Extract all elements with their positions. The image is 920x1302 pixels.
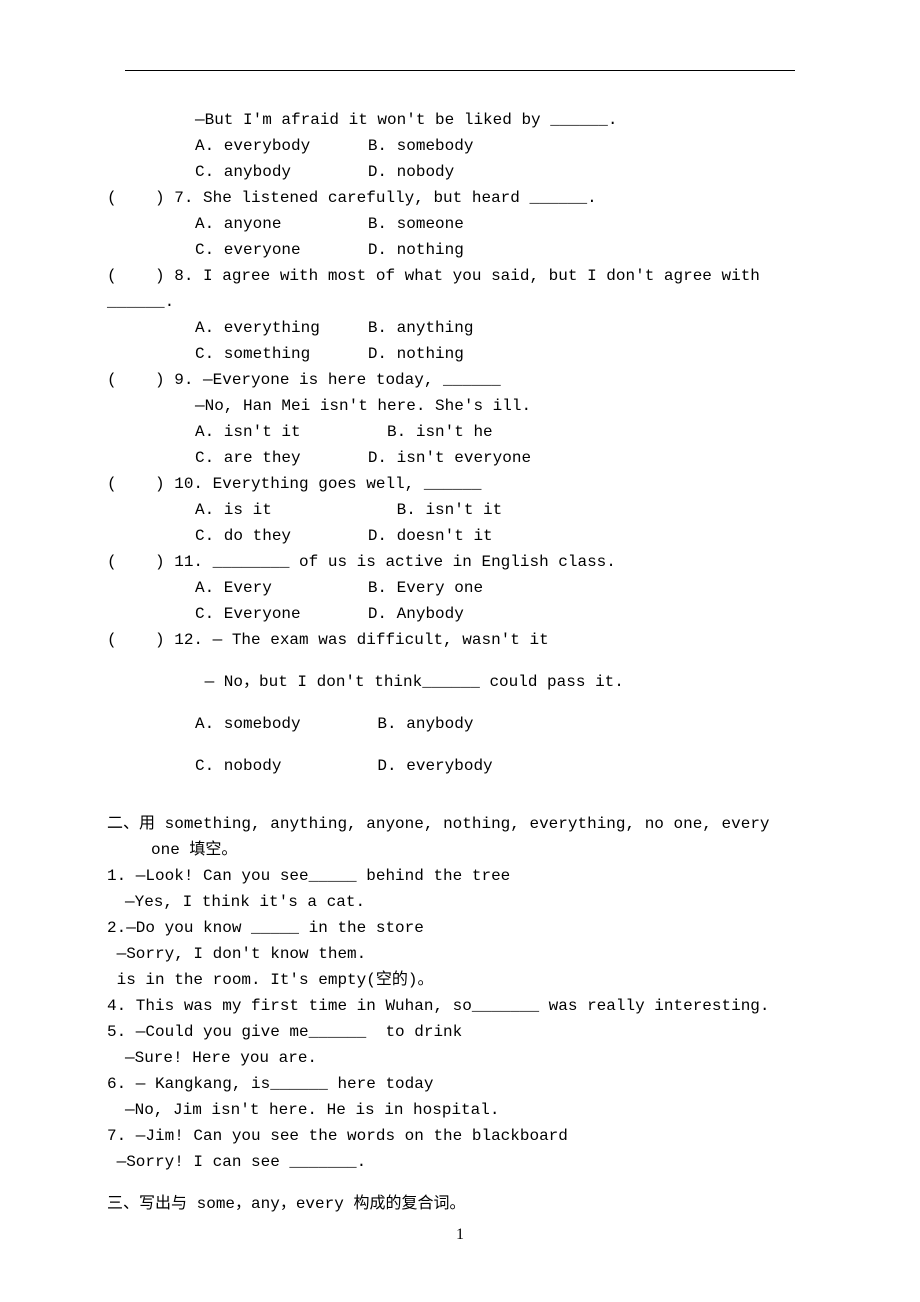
q6-options-cd: C. anybody D. nobody [105,159,815,185]
fill-5: 5. —Could you give me______ to drink [105,1019,815,1045]
q12-options-ab: A. somebody B. anybody [105,711,815,737]
fill-7-response: —Sorry! I can see _______. [105,1149,815,1175]
q12-options-cd: C. nobody D. everybody [105,753,815,779]
q11-options-cd: C. Everyone D. Anybody [105,601,815,627]
q9-options-cd: C. are they D. isn't everyone [105,445,815,471]
q9-response: —No, Han Mei isn't here. She's ill. [105,393,815,419]
question-9: ( ) 9. —Everyone is here today, ______ [105,367,815,393]
section-2-title: 二、用 something, anything, anyone, nothing… [105,811,815,837]
fill-6: 6. — Kangkang, is______ here today [105,1071,815,1097]
q11-options-ab: A. Every B. Every one [105,575,815,601]
section-2-words: something, anything, anyone, nothing, ev… [155,815,770,833]
q10-options-ab: A. is it B. isn't it [105,497,815,523]
fill-4: 4. This was my first time in Wuhan, so__… [105,993,815,1019]
q7-options-ab: A. anyone B. someone [105,211,815,237]
section-2-words-cont: one [151,841,189,859]
section-2-title-cont: one 填空。 [105,837,815,863]
fill-2-response: —Sorry, I don't know them. [105,941,815,967]
page-number: 1 [0,1226,920,1244]
question-10: ( ) 10. Everything goes well, ______ [105,471,815,497]
section-3-words: some，any，every [187,1195,353,1213]
fill-7: 7. —Jim! Can you see the words on the bl… [105,1123,815,1149]
section-3-suffix: 构成的复合词。 [353,1195,465,1212]
document-body: —But I'm afraid it won't be liked by ___… [105,107,815,1217]
fill-5-response: —Sure! Here you are. [105,1045,815,1071]
question-11: ( ) 11. ________ of us is active in Engl… [105,549,815,575]
q6-continuation: —But I'm afraid it won't be liked by ___… [105,107,815,133]
question-12: ( ) 12. — The exam was difficult, wasn't… [105,627,815,653]
fill-1: 1. —Look! Can you see_____ behind the tr… [105,863,815,889]
question-8-end: ______. [105,289,815,315]
section-2-prefix: 二、用 [107,815,155,832]
fill-2: 2.—Do you know _____ in the store [105,915,815,941]
question-7: ( ) 7. She listened carefully, but heard… [105,185,815,211]
q10-options-cd: C. do they D. doesn't it [105,523,815,549]
q6-options-ab: A. everybody B. somebody [105,133,815,159]
fill-6-response: —No, Jim isn't here. He is in hospital. [105,1097,815,1123]
q12-response: — No，but I don't think______ could pass … [105,669,815,695]
question-8: ( ) 8. I agree with most of what you sai… [105,263,815,289]
q8-options-cd: C. something D. nothing [105,341,815,367]
divider-line [125,70,795,71]
section-3-title: 三、写出与 some，any，every 构成的复合词。 [105,1191,815,1217]
fill-3: is in the room. It's empty(空的)。 [105,967,815,993]
section-2-suffix: 填空。 [189,841,237,858]
q9-options-ab: A. isn't it B. isn't he [105,419,815,445]
section-3-prefix: 三、写出与 [107,1195,187,1212]
fill-1-response: —Yes, I think it's a cat. [105,889,815,915]
q7-options-cd: C. everyone D. nothing [105,237,815,263]
q8-options-ab: A. everything B. anything [105,315,815,341]
